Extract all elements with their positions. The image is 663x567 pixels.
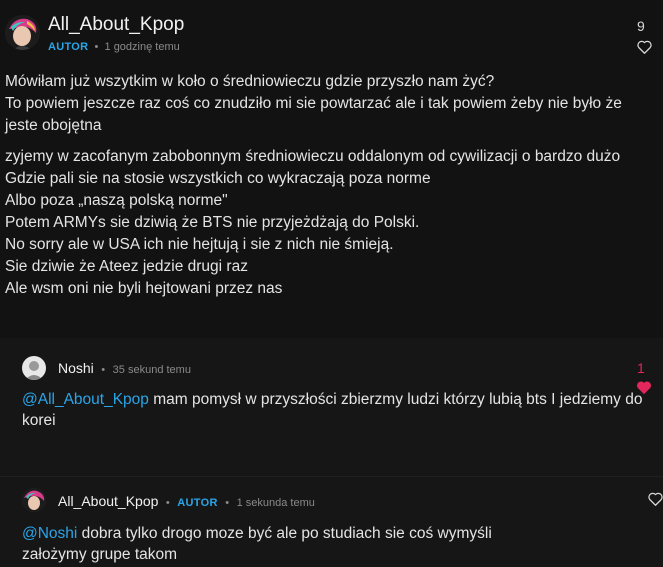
reply-timestamp: 1 sekunda temu (236, 497, 315, 509)
reply-divider (0, 476, 663, 477)
reply-line: założymy grupe takom (22, 546, 178, 563)
meta-separator: • (91, 41, 102, 53)
reply-line: @All_About_Kpop mam pomysł w przyszłości… (22, 389, 642, 410)
reply-avatar[interactable] (22, 356, 46, 380)
reply-timestamp: 35 sekund temu (112, 364, 191, 376)
comment-line: Albo poza „naszą polską norme" (5, 192, 228, 209)
reply-text: @Noshi dobra tylko drogo moze być ale po… (22, 523, 492, 565)
comment-line: Sie dziwie że Ateez jedzie drugi raz (5, 258, 248, 275)
meta-separator: • (98, 364, 109, 376)
author-avatar[interactable] (5, 15, 40, 50)
reply-line: @Noshi dobra tylko drogo moze być ale po… (22, 523, 492, 544)
mention-link[interactable]: @Noshi (22, 525, 77, 542)
like-count: 9 (637, 18, 645, 34)
author-name[interactable]: All_About_Kpop (48, 14, 184, 36)
comment-line: Ale wsm oni nie byli hejtowani przez nas (5, 280, 283, 297)
reply-line: korei (22, 412, 56, 429)
comment-line: No sorry ale w USA ich nie hejtują i sie… (5, 236, 394, 253)
comment-line: Gdzie pali sie na stosie wszystkich co w… (5, 170, 431, 187)
reply-header: All_About_Kpop • AUTOR • 1 sekunda temu (58, 493, 315, 511)
reply-author-name[interactable]: Noshi (58, 360, 94, 376)
author-badge: AUTOR (177, 497, 218, 509)
comment-line: To powiem jeszcze raz coś co znudziło mi… (5, 95, 622, 112)
comment-paragraph-2: zyjemy w zacofanym zabobonnym średniowie… (5, 146, 620, 300)
reply-header: Noshi • 35 sekund temu (58, 360, 191, 378)
comment-line: Mówiłam już wszytkim w koło o średniowie… (5, 73, 495, 90)
author-badge: AUTOR (48, 41, 89, 53)
reply-author-name[interactable]: All_About_Kpop (58, 493, 158, 509)
comment-timestamp: 1 godzinę temu (104, 41, 180, 53)
meta-separator: • (222, 497, 233, 509)
comment-line: zyjemy w zacofanym zabobonnym średniowie… (5, 148, 621, 165)
reply-text: @All_About_Kpop mam pomysł w przyszłości… (22, 389, 642, 431)
mention-link[interactable]: @All_About_Kpop (22, 391, 149, 408)
reply-avatar[interactable] (22, 488, 46, 512)
author-meta: AUTOR • 1 godzinę temu (48, 41, 180, 53)
reply-line-text: dobra tylko drogo moze być ale po studia… (77, 525, 492, 542)
like-heart-icon[interactable] (648, 492, 663, 506)
like-heart-icon[interactable] (637, 40, 652, 54)
reply-like-count: 1 (637, 360, 645, 376)
comment-line: jeste obojętna (5, 117, 102, 134)
meta-separator: • (162, 497, 173, 509)
reply-line-text: mam pomysł w przyszłości zbierzmy ludzi … (148, 391, 643, 408)
comment-line: Potem ARMYs sie dziwią że BTS nie przyje… (5, 214, 420, 231)
comment-paragraph-1: Mówiłam już wszytkim w koło o średniowie… (5, 71, 622, 137)
